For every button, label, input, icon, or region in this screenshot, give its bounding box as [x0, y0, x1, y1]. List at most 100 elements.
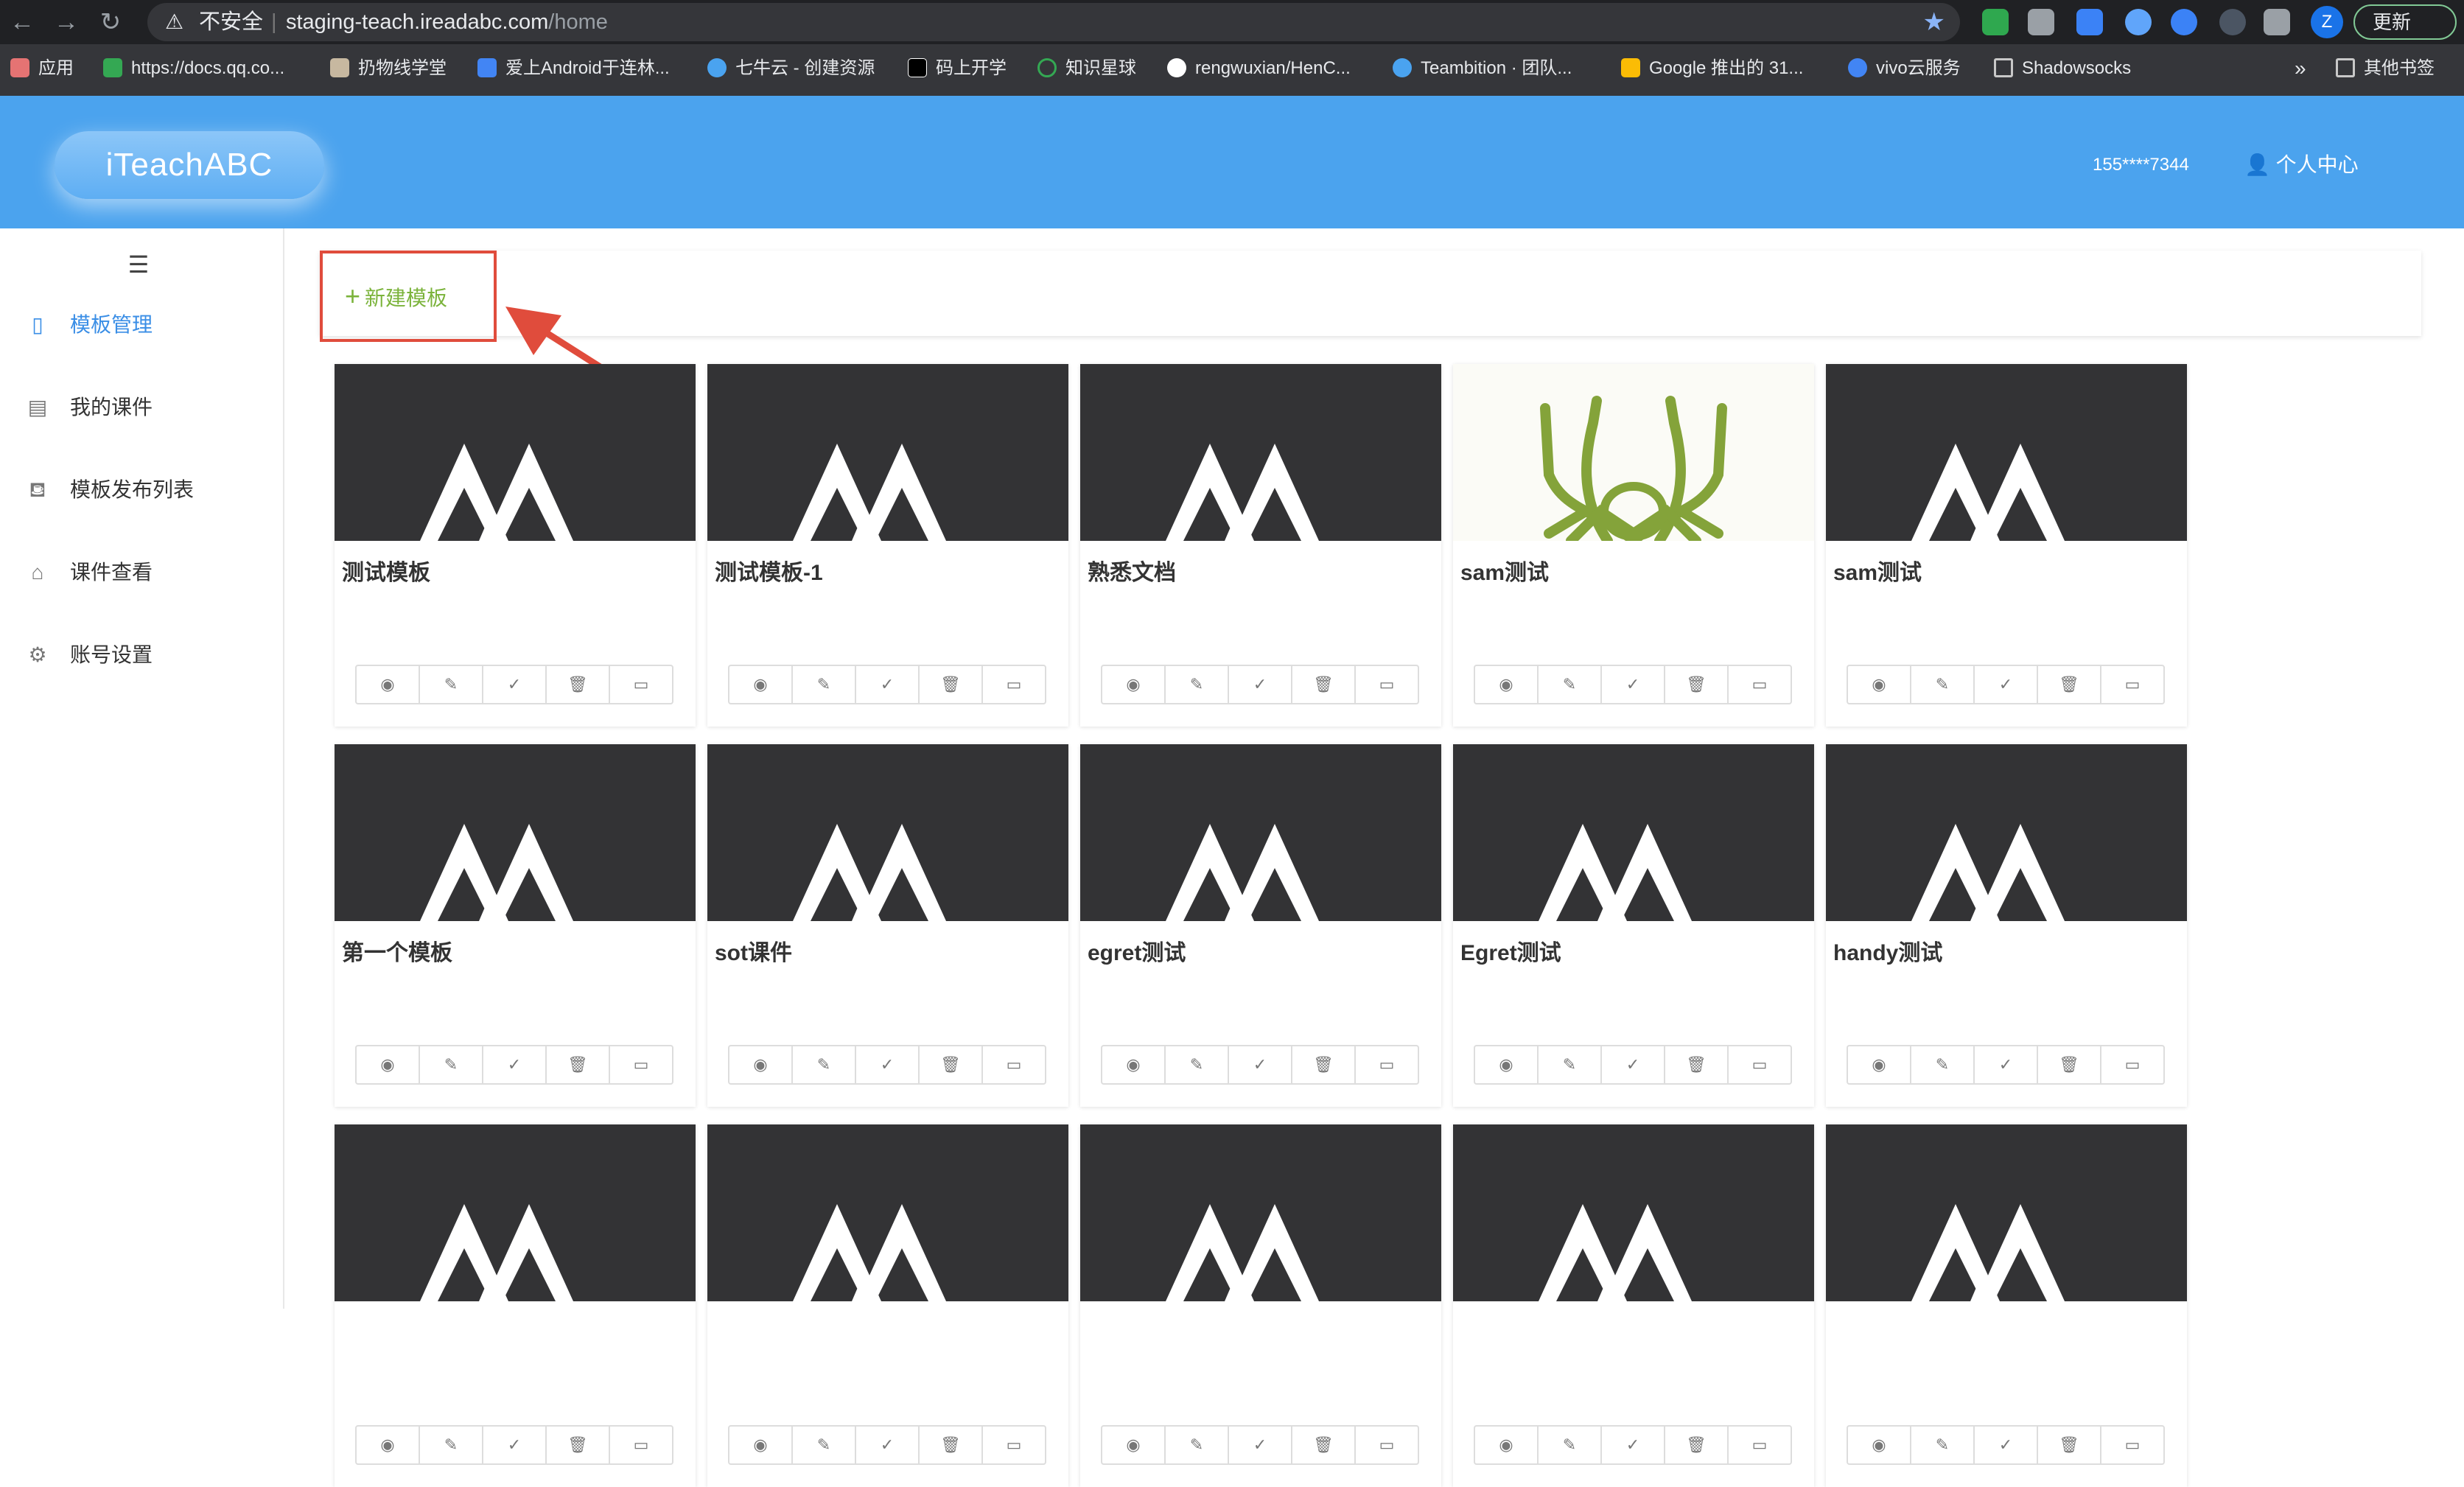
edit-icon[interactable]: ✎: [420, 1427, 483, 1463]
template-card[interactable]: ◉ ✎ ✓ 🗑 ▭: [1453, 1124, 1814, 1487]
preview-icon[interactable]: ▭: [983, 1046, 1045, 1083]
check-list-icon[interactable]: ✓: [1229, 666, 1292, 703]
bookmark-item[interactable]: Shadowsocks: [1994, 44, 2131, 96]
extensions-puzzle-icon[interactable]: [2264, 9, 2290, 35]
bookmark-item[interactable]: 爱上Android于连林...: [477, 44, 670, 96]
preview-icon[interactable]: ▭: [2101, 666, 2163, 703]
trash-icon[interactable]: 🗑: [920, 1427, 983, 1463]
check-list-icon[interactable]: ✓: [1229, 1427, 1292, 1463]
mountain-thumbnail[interactable]: [1453, 744, 1814, 921]
mountain-thumbnail[interactable]: [1080, 1124, 1441, 1301]
template-card[interactable]: egret测试 ◉ ✎ ✓ 🗑 ▭: [1080, 744, 1441, 1107]
bookmark-item[interactable]: Teambition · 团队...: [1393, 44, 1572, 96]
bookmark-item[interactable]: https://docs.qq.co...: [103, 44, 284, 96]
sidebar-item-courseware-view[interactable]: ⌂ 课件查看: [0, 547, 283, 598]
menu-toggle-icon[interactable]: ☰: [125, 253, 152, 276]
trash-icon[interactable]: 🗑: [2038, 1427, 2101, 1463]
trash-icon[interactable]: 🗑: [2038, 1046, 2101, 1083]
trash-icon[interactable]: 🗑: [1665, 666, 1729, 703]
template-card[interactable]: ◉ ✎ ✓ 🗑 ▭: [707, 1124, 1068, 1487]
sidebar-item-template-management[interactable]: ▯ 模板管理: [0, 299, 283, 351]
spider-thumbnail[interactable]: [1453, 364, 1814, 541]
check-list-icon[interactable]: ✓: [856, 1427, 920, 1463]
play-icon[interactable]: ◉: [729, 1046, 793, 1083]
play-icon[interactable]: ◉: [357, 1427, 420, 1463]
bookmarks-more-icon[interactable]: »: [2295, 44, 2306, 96]
mountain-thumbnail[interactable]: [707, 1124, 1068, 1301]
edit-icon[interactable]: ✎: [793, 1046, 856, 1083]
edit-icon[interactable]: ✎: [1539, 666, 1602, 703]
bookmark-item[interactable]: 码上开学: [908, 44, 1007, 96]
preview-icon[interactable]: ▭: [983, 666, 1045, 703]
template-card[interactable]: handy测试 ◉ ✎ ✓ 🗑 ▭: [1826, 744, 2187, 1107]
pen-extension-icon[interactable]: [2219, 9, 2246, 35]
mountain-thumbnail[interactable]: [1826, 1124, 2187, 1301]
play-icon[interactable]: ◉: [1102, 1046, 1166, 1083]
check-list-icon[interactable]: ✓: [1975, 666, 2038, 703]
check-list-icon[interactable]: ✓: [856, 1046, 920, 1083]
bookmark-item[interactable]: 应用: [10, 44, 74, 96]
edit-icon[interactable]: ✎: [1539, 1046, 1602, 1083]
trash-icon[interactable]: 🗑: [920, 1046, 983, 1083]
check-list-icon[interactable]: ✓: [1975, 1427, 2038, 1463]
trash-icon[interactable]: 🗑: [1665, 1427, 1729, 1463]
reload-icon[interactable]: ↻: [94, 6, 127, 38]
download-extension-icon[interactable]: [2076, 9, 2103, 35]
mountain-thumbnail[interactable]: [1826, 364, 2187, 541]
check-list-icon[interactable]: ✓: [483, 1046, 547, 1083]
other-bookmarks[interactable]: 其他书签: [2336, 44, 2435, 96]
play-icon[interactable]: ◉: [1848, 1046, 1911, 1083]
template-card[interactable]: Egret测试 ◉ ✎ ✓ 🗑 ▭: [1453, 744, 1814, 1107]
template-card[interactable]: 第一个模板 ◉ ✎ ✓ 🗑 ▭: [335, 744, 696, 1107]
sidebar-item-template-publish-list[interactable]: ⛾ 模板发布列表: [0, 464, 283, 516]
diamond-extension-icon[interactable]: [2125, 9, 2152, 35]
check-list-icon[interactable]: ✓: [1602, 1427, 1665, 1463]
mountain-thumbnail[interactable]: [335, 744, 696, 921]
bookmark-item[interactable]: Google 推出的 31...: [1621, 44, 1803, 96]
sidebar-item-account-settings[interactable]: ⚙ 账号设置: [0, 629, 283, 681]
trash-icon[interactable]: 🗑: [1292, 666, 1356, 703]
template-card[interactable]: sot课件 ◉ ✎ ✓ 🗑 ▭: [707, 744, 1068, 1107]
preview-icon[interactable]: ▭: [610, 666, 672, 703]
bookmark-item[interactable]: rengwuxian/HenC...: [1167, 44, 1351, 96]
forward-icon[interactable]: →: [50, 6, 83, 38]
check-list-icon[interactable]: ✓: [1975, 1046, 2038, 1083]
template-card[interactable]: sam测试 ◉ ✎ ✓ 🗑 ▭: [1453, 364, 1814, 727]
user-center-link[interactable]: 👤 个人中心: [2244, 150, 2359, 180]
trash-icon[interactable]: 🗑: [1292, 1427, 1356, 1463]
template-card[interactable]: sam测试 ◉ ✎ ✓ 🗑 ▭: [1826, 364, 2187, 727]
trash-icon[interactable]: 🗑: [547, 1427, 610, 1463]
trash-icon[interactable]: 🗑: [1292, 1046, 1356, 1083]
mountain-thumbnail[interactable]: [335, 1124, 696, 1301]
template-card[interactable]: 测试模板 ◉ ✎ ✓ 🗑 ▭: [335, 364, 696, 727]
edit-icon[interactable]: ✎: [793, 666, 856, 703]
play-icon[interactable]: ◉: [1475, 666, 1539, 703]
preview-icon[interactable]: ▭: [1729, 666, 1791, 703]
edit-icon[interactable]: ✎: [1911, 1427, 1975, 1463]
trash-icon[interactable]: 🗑: [2038, 666, 2101, 703]
mountain-thumbnail[interactable]: [1826, 744, 2187, 921]
trash-icon[interactable]: 🗑: [547, 666, 610, 703]
new-template-button[interactable]: + 新建模板: [320, 251, 497, 342]
trash-icon[interactable]: 🗑: [1665, 1046, 1729, 1083]
evernote-extension-icon[interactable]: [1982, 9, 2009, 35]
preview-icon[interactable]: ▭: [983, 1427, 1045, 1463]
preview-icon[interactable]: ▭: [1356, 1046, 1418, 1083]
preview-icon[interactable]: ▭: [1356, 666, 1418, 703]
update-button[interactable]: 更新: [2353, 4, 2457, 40]
mountain-thumbnail[interactable]: [1080, 364, 1441, 541]
edit-icon[interactable]: ✎: [1911, 666, 1975, 703]
preview-icon[interactable]: ▭: [610, 1046, 672, 1083]
edit-icon[interactable]: ✎: [420, 666, 483, 703]
trash-icon[interactable]: 🗑: [547, 1046, 610, 1083]
edit-icon[interactable]: ✎: [1539, 1427, 1602, 1463]
back-icon[interactable]: ←: [6, 6, 38, 38]
address-bar[interactable]: ⚠ 不安全 | staging-teach.ireadabc.com/home …: [147, 3, 1960, 41]
edit-icon[interactable]: ✎: [420, 1046, 483, 1083]
trash-icon[interactable]: 🗑: [920, 666, 983, 703]
play-icon[interactable]: ◉: [357, 666, 420, 703]
play-icon[interactable]: ◉: [729, 666, 793, 703]
play-icon[interactable]: ◉: [729, 1427, 793, 1463]
bookmark-item[interactable]: vivo云服务: [1848, 44, 1961, 96]
mountain-thumbnail[interactable]: [707, 364, 1068, 541]
